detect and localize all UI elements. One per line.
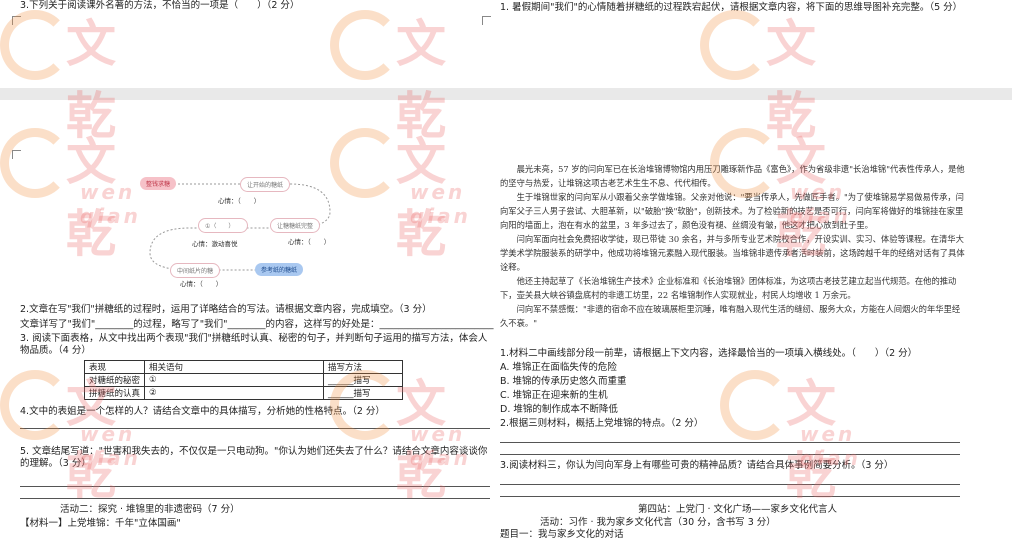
top-left-question: 3.下列关于阅读课外名著的方法，不恰当的一项是（ ）（2 分） <box>20 0 300 11</box>
node-end: 参考纸的糖纸 <box>255 263 304 276</box>
option-c[interactable]: C. 堆锦正在迎来新的生机 <box>500 390 608 402</box>
page-divider <box>0 88 1012 100</box>
question-2-blanks: 文章详写了"我们"________的过程，略写了"我们"________的内容，… <box>20 319 494 330</box>
mood-label-2: 心情：（ ） <box>288 238 331 246</box>
answer-line[interactable] <box>500 484 960 485</box>
node-start: 整钱求糖 <box>140 177 177 190</box>
page-top-strip: 3.下列关于阅读课外名著的方法，不恰当的一项是（ ）（2 分） 1. 暑假期间"… <box>0 0 1012 88</box>
answer-line[interactable] <box>20 486 490 487</box>
material-1-heading: 【材料一】上党堆锦：千年"立体国画" <box>20 518 181 529</box>
writing-activity: 活动：习作 · 我为家乡文化代言（30 分，含书写 3 分） <box>540 517 776 528</box>
question-2: 2.文章在写"我们"拼糖纸的过程时，运用了详略结合的写法。请根据文章内容，完成填… <box>20 304 432 315</box>
passage-paragraph: 生于堆锦世家的闫向军从小跟着父亲学做堆锦。父亲对他说："要当传承人，先做匠手者。… <box>500 192 964 230</box>
mind-map-diagram: 整钱求糖 让开始的糖纸 心情：（ ） ①（ ） 让糖糖纸完整 心情：（ ） 心情… <box>140 168 360 288</box>
table-cell[interactable]: ② <box>144 386 325 400</box>
question-3: 3. 阅读下面表格，从文中找出两个表现"我们"拼糖纸时认真、秘密的句子，并判断句… <box>20 333 488 356</box>
node-step1: 让开始的糖纸 <box>240 177 291 192</box>
answer-line[interactable] <box>20 498 490 499</box>
node-step4: 中间纸片的糖 <box>170 263 221 278</box>
writing-topic-1: 题目一：我与家乡文化的对话 <box>500 529 624 540</box>
answer-table: 表现 相关语句 描写方法 对糖纸的秘密 ① ______描写 拼糖纸的认真 ② … <box>83 360 404 400</box>
material-question-1: 1.材料二中画线部分段一前辈，请根据上下文内容，选择最恰当的一项填入横线处。（ … <box>500 348 918 359</box>
activity-2-heading: 活动二：探究 · 堆锦里的非遗密码（7 分） <box>60 504 240 515</box>
answer-line[interactable] <box>500 442 960 443</box>
table-cell: 拼糖纸的认真 <box>83 386 146 400</box>
passage-paragraph: 闫向军不禁感慨："非遗的宿命不应在玻璃展柜里沉睡，唯有融入现代生活的缝纫、服务大… <box>500 304 961 328</box>
answer-line[interactable] <box>20 428 490 429</box>
mood-label-3: 心情：激动喜悦 <box>192 240 238 248</box>
question-4: 4.文中的表姐是一个怎样的人？请结合文章中的具体描写，分析她的性格特点。（2 分… <box>20 406 385 417</box>
crop-mark <box>482 16 491 25</box>
table-cell: 对糖纸的秘密 <box>83 373 146 387</box>
passage-paragraph: 闫向军面向社会免费招收学徒，现已带徒 30 余名，并与多所专业艺术院校合作，开设… <box>500 234 965 272</box>
material-question-3: 3.阅读材料三，你认为闫向军身上有哪些可贵的精神品质？请结合具体事例简要分析。（… <box>500 460 894 471</box>
mood-label-1: 心情：（ ） <box>218 197 261 205</box>
crop-mark <box>12 16 21 25</box>
top-right-question: 1. 暑假期间"我们"的心情随着拼糖纸的过程跌宕起伏，请根据文章内容，将下面的思… <box>500 2 963 13</box>
table-cell[interactable]: ① <box>144 373 325 387</box>
reading-passage: 晨光未亮，57 岁的闫向军已在长治堆锦博物馆内用压刀雕琢新作品《富色》，作为省级… <box>500 162 968 330</box>
table-row: 拼糖纸的认真 ② ______描写 <box>83 386 404 400</box>
node-step3: 让糖糖纸完整 <box>270 218 321 233</box>
table-header: 描写方法 <box>323 360 404 374</box>
table-header: 表现 <box>83 360 146 374</box>
station-4-heading: 第四站：上党门 · 文化广场——家乡文化代言人 <box>638 504 838 515</box>
answer-line[interactable] <box>500 454 960 455</box>
answer-line[interactable] <box>500 496 960 497</box>
passage-paragraph: 晨光未亮，57 岁的闫向军已在长治堆锦博物馆内用压刀雕琢新作品《富色》，作为省级… <box>500 164 965 188</box>
passage-paragraph: 他还主持起草了《长治堆锦生产技术》企业标准和《长治堆锦》团体标准，为这项古老技艺… <box>500 276 957 300</box>
mood-label-4: 心情：（ ） <box>180 280 223 288</box>
node-step2: ①（ ） <box>198 218 248 233</box>
option-b[interactable]: B. 堆锦的传承历史悠久而重重 <box>500 376 627 388</box>
option-d[interactable]: D. 堆锦的制作成本不断降低 <box>500 404 618 416</box>
table-header: 相关语句 <box>144 360 325 374</box>
table-cell[interactable]: ______描写 <box>323 386 404 400</box>
table-cell[interactable]: ______描写 <box>323 373 404 387</box>
table-row: 对糖纸的秘密 ① ______描写 <box>83 373 404 387</box>
crop-mark <box>12 150 21 159</box>
question-5: 5. 文章结尾写道："世害和我失去的，不仅仅是一只电动狗。"你认为她们还失去了什… <box>20 446 488 469</box>
material-question-2: 2.根据三则材料，概括上党堆锦的特点。（2 分） <box>500 418 704 429</box>
option-a[interactable]: A. 堆锦正在面临失传的危险 <box>500 362 617 374</box>
